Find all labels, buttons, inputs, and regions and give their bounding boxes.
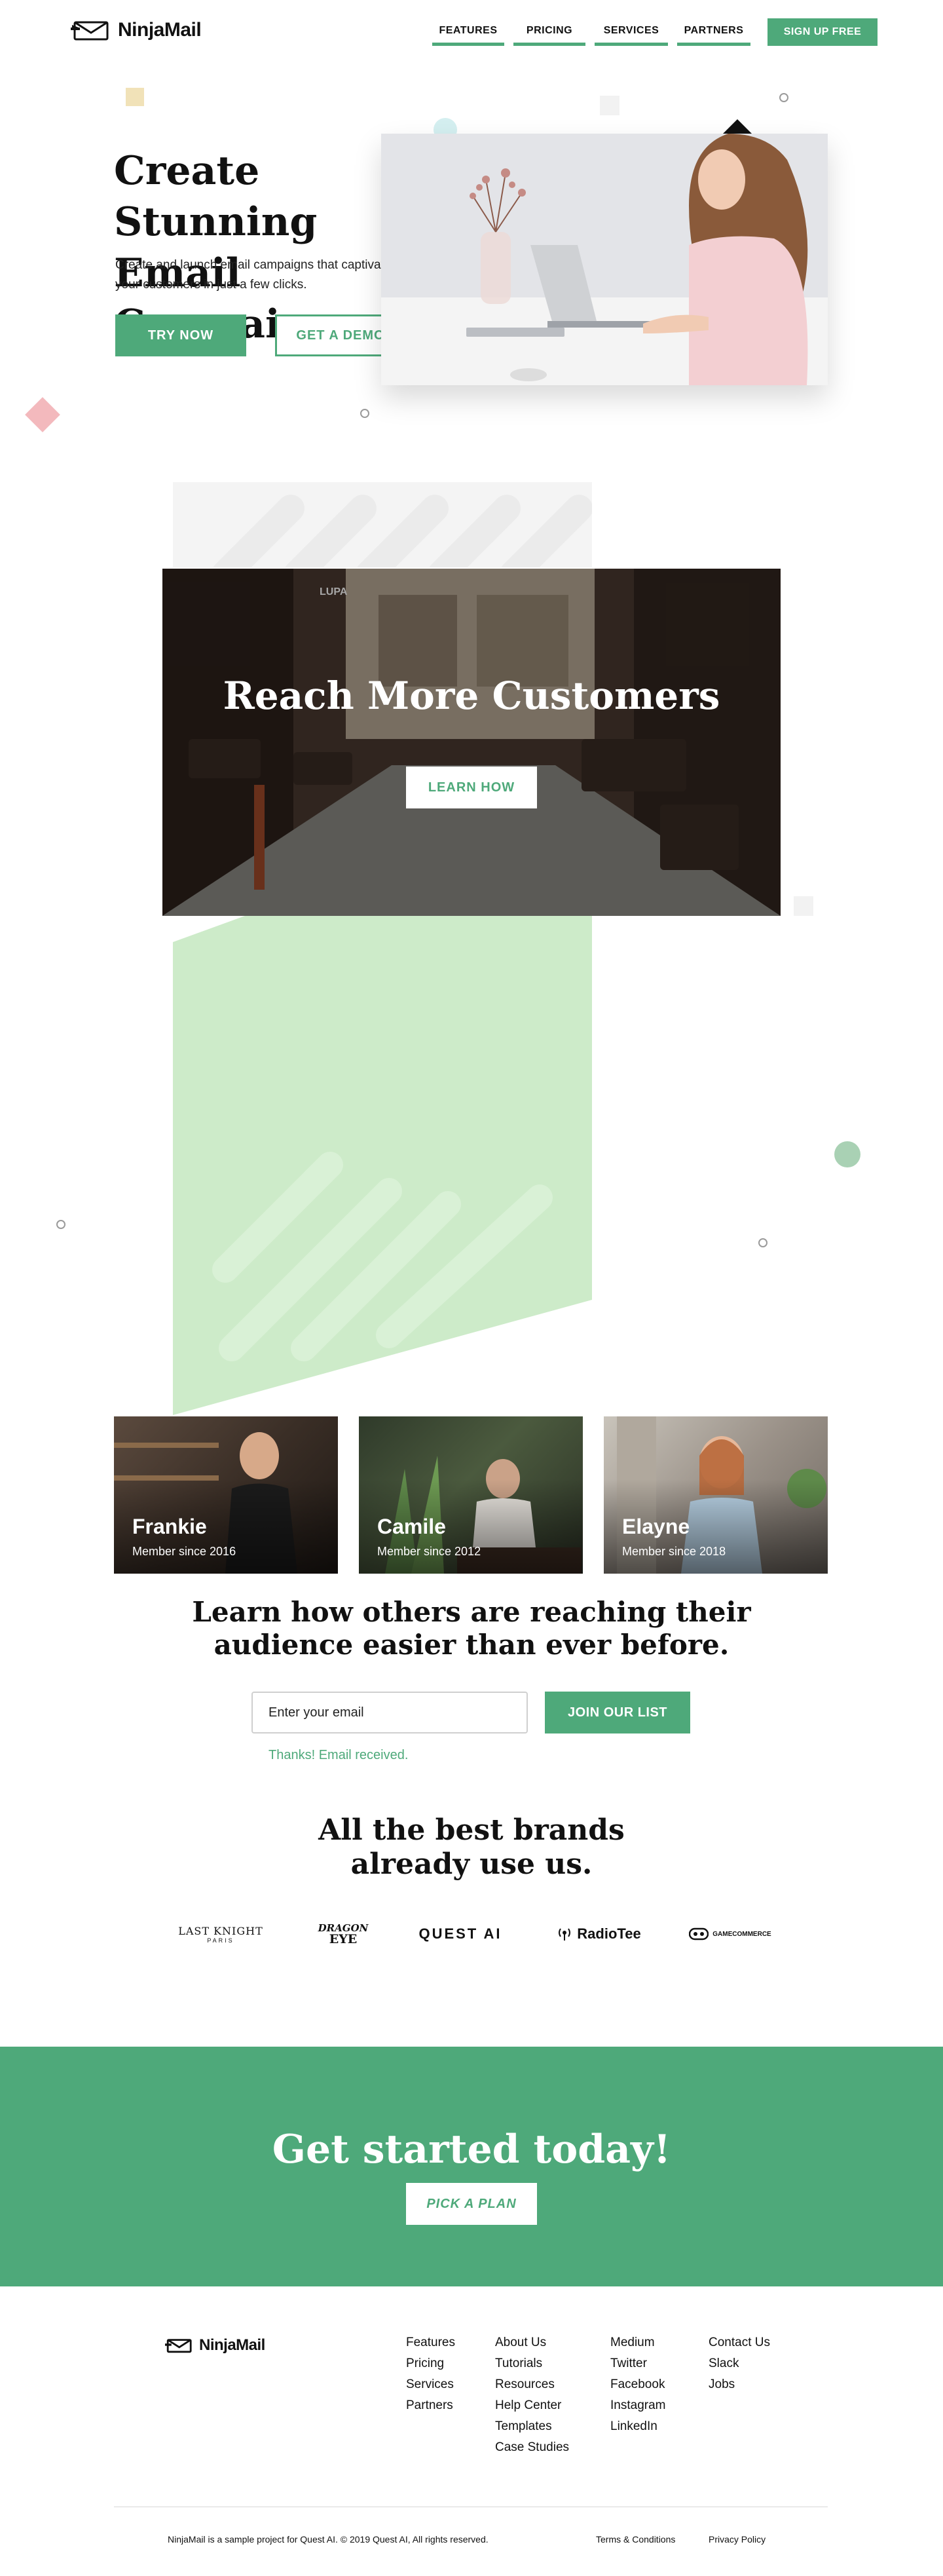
brands-title-line1: All the best brands: [318, 1813, 625, 1847]
hero-title-line1: Create Stunning: [114, 148, 318, 245]
brand-logo-gamecommerce: GAMECOMMERCE: [681, 1916, 779, 1952]
cta-section: Get started today! PICK A PLAN: [0, 2047, 943, 2286]
footer-link[interactable]: Slack: [709, 2357, 770, 2370]
hero-subtitle-line2: your customers in just a few clicks.: [115, 278, 307, 292]
try-now-button[interactable]: TRY NOW: [115, 314, 246, 356]
footer-link[interactable]: Medium: [610, 2336, 665, 2349]
footer-logo[interactable]: NinjaMail: [165, 2336, 265, 2355]
brand-text: LAST KNIGHT: [178, 1924, 263, 1937]
member-since: Member since 2016: [132, 1545, 236, 1558]
footer-column-company: About Us Tutorials Resources Help Center…: [495, 2336, 569, 2454]
decorative-panel: [173, 482, 592, 567]
brand-logo-dragon-eye: DRAGON EYE: [310, 1916, 376, 1952]
decorative-ring: [779, 93, 788, 102]
footer-link[interactable]: About Us: [495, 2336, 569, 2349]
brand-text: EYE: [329, 1932, 358, 1946]
nav-link-partners[interactable]: PARTNERS: [677, 18, 750, 46]
hero-subtitle-line1: Create and launch email campaigns that c…: [115, 258, 392, 272]
brand-logo-radiotee: RadioTee: [546, 1916, 651, 1952]
logo[interactable]: NinjaMail: [71, 18, 202, 42]
decorative-ring: [758, 1238, 767, 1247]
brand-logo-last-knight: LAST KNIGHT PARIS: [165, 1916, 276, 1952]
brands-title-line2: already use us.: [350, 1847, 593, 1881]
gamepad-icon: [689, 1927, 709, 1941]
nav-link-services[interactable]: SERVICES: [595, 18, 668, 46]
footer-link[interactable]: Facebook: [610, 2378, 665, 2391]
footer-column-social: Medium Twitter Facebook Instagram Linked…: [610, 2336, 665, 2433]
footer-link[interactable]: Templates: [495, 2420, 569, 2433]
reach-customers-banner: LUPA Reach More Customers LEARN HOW: [162, 569, 781, 916]
green-polygon: [173, 916, 592, 1415]
brand-text: RadioTee: [577, 1925, 641, 1942]
decorative-triangle: [723, 119, 752, 134]
woman-laptop-illustration: [381, 134, 828, 385]
sign-up-button[interactable]: SIGN UP FREE: [767, 18, 878, 46]
member-name: Frankie: [132, 1515, 207, 1538]
decorative-square: [794, 896, 813, 916]
member-name: Elayne: [622, 1515, 690, 1538]
footer-column-contact: Contact Us Slack Jobs: [709, 2336, 770, 2391]
ninja-logo-icon: [71, 21, 109, 41]
footer-link[interactable]: Features: [406, 2336, 455, 2349]
footer-link[interactable]: Twitter: [610, 2357, 665, 2370]
brand-name: NinjaMail: [118, 19, 202, 41]
footer-brand-name: NinjaMail: [199, 2336, 265, 2354]
brands-title: All the best brands already use us.: [275, 1813, 668, 1882]
brand-text: QUEST AI: [418, 1925, 502, 1942]
subscribe-title-line2: audience easier than ever before.: [213, 1629, 730, 1661]
copyright-text: NinjaMail is a sample project for Quest …: [168, 2534, 489, 2545]
nav-link-features[interactable]: FEATURES: [432, 18, 504, 46]
footer-link[interactable]: Resources: [495, 2378, 569, 2391]
banner-overlay: [162, 569, 781, 916]
subscribe-title-line1: Learn how others are reaching their: [192, 1596, 751, 1628]
footer-link[interactable]: Contact Us: [709, 2336, 770, 2349]
footer-link[interactable]: LinkedIn: [610, 2420, 665, 2433]
footer-link[interactable]: Services: [406, 2378, 455, 2391]
member-card[interactable]: Elayne Member since 2018: [604, 1416, 828, 1574]
hero-image: [381, 134, 828, 385]
decorative-ring: [56, 1220, 65, 1229]
cta-title: Get started today!: [272, 2127, 671, 2172]
main-nav: FEATURES PRICING SERVICES PARTNERS: [432, 18, 750, 46]
brand-text: GAMECOMMERCE: [712, 1930, 771, 1938]
reach-title: Reach More Customers: [223, 673, 720, 718]
subscribe-title: Learn how others are reaching their audi…: [144, 1596, 799, 1661]
footer-link[interactable]: Tutorials: [495, 2357, 569, 2370]
email-input[interactable]: [251, 1692, 528, 1733]
email-confirmation: Thanks! Email received.: [268, 1748, 409, 1762]
learn-how-button[interactable]: LEARN HOW: [406, 767, 537, 808]
footer-link[interactable]: Jobs: [709, 2378, 770, 2391]
member-card[interactable]: Camile Member since 2012: [359, 1416, 583, 1574]
diagonal-stripes: [213, 495, 592, 567]
footer-column-product: Features Pricing Services Partners: [406, 2336, 455, 2412]
member-name: Camile: [377, 1515, 446, 1538]
footer-link[interactable]: Partners: [406, 2399, 455, 2412]
member-since: Member since 2018: [622, 1545, 726, 1558]
terms-link[interactable]: Terms & Conditions: [596, 2534, 675, 2545]
pick-plan-button[interactable]: PICK A PLAN: [406, 2183, 537, 2225]
decorative-diamond: [25, 397, 60, 432]
member-since: Member since 2012: [377, 1545, 481, 1558]
decorative-square: [126, 88, 144, 106]
ninja-logo-icon: [165, 2339, 192, 2353]
decorative-green-shape: [173, 916, 592, 1415]
footer-link[interactable]: Instagram: [610, 2399, 665, 2412]
join-list-button[interactable]: JOIN OUR LIST: [545, 1692, 690, 1733]
footer-link[interactable]: Case Studies: [495, 2441, 569, 2454]
radio-icon: [559, 1928, 571, 1941]
footer-link[interactable]: Help Center: [495, 2399, 569, 2412]
decorative-circle: [834, 1141, 860, 1167]
footer-link[interactable]: Pricing: [406, 2357, 455, 2370]
brand-subtext: PARIS: [207, 1937, 234, 1944]
decorative-square: [600, 96, 619, 115]
member-card[interactable]: Frankie Member since 2016: [114, 1416, 338, 1574]
nav-link-pricing[interactable]: PRICING: [513, 18, 585, 46]
brand-logo-quest-ai: QUEST AI: [411, 1916, 509, 1952]
privacy-link[interactable]: Privacy Policy: [709, 2534, 766, 2545]
decorative-ring: [360, 409, 369, 418]
